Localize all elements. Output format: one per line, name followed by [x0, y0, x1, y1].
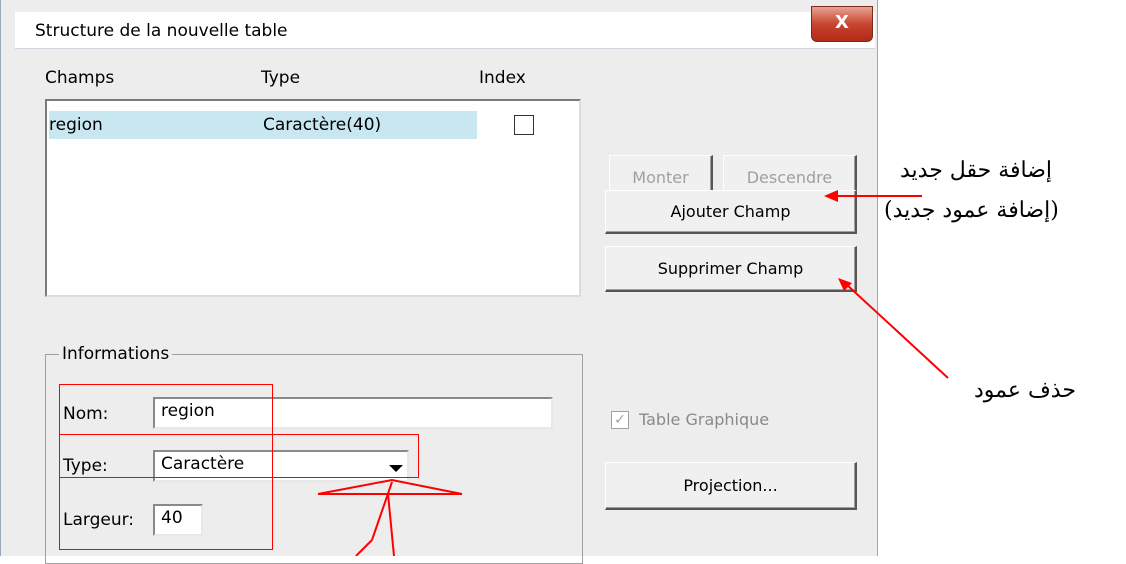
- annotation-add-column-text: (إضافة عمود جديد): [884, 198, 1059, 223]
- annotation-remove-column-text: حذف عمود: [974, 378, 1076, 403]
- annotation-add-field-text: إضافة حقل جديد: [900, 158, 1053, 183]
- annotation-arrows: [317, 190, 949, 556]
